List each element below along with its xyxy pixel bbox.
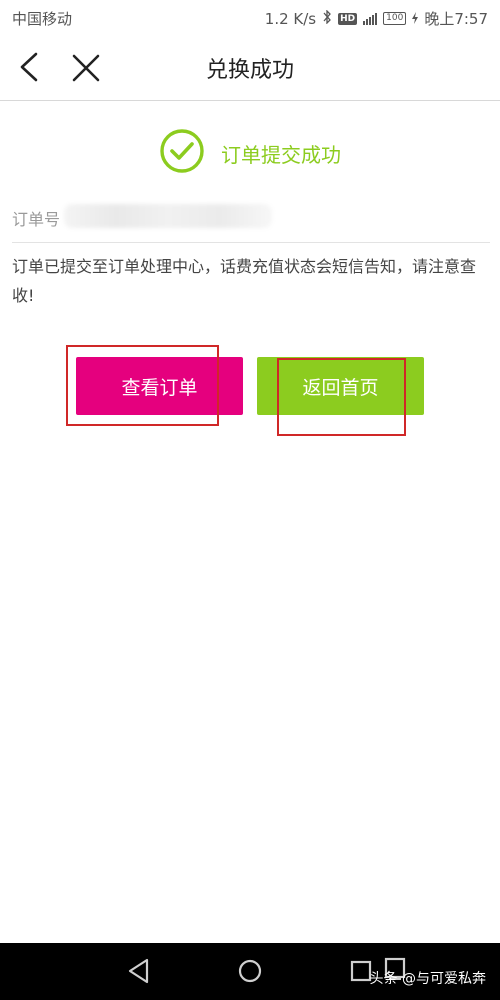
success-label: 订单提交成功: [221, 142, 341, 167]
clock: 晚上7:57: [424, 10, 488, 28]
status-icons: 1.2 K/s HD 100 晚上7:57: [265, 8, 488, 29]
order-number-redacted: [64, 204, 272, 228]
hd-badge: HD: [338, 12, 358, 25]
status-bar: 中国移动 1.2 K/s HD 100 晚上7:57: [0, 0, 500, 36]
battery-icon: 100: [383, 12, 407, 25]
success-banner: 订单提交成功: [0, 128, 500, 178]
network-speed: 1.2 K/s: [264, 9, 317, 28]
highlight-box-view-order: [66, 345, 219, 426]
watermark: 头条 @与可爱私奔: [369, 971, 486, 987]
order-number-label: 订单号: [12, 210, 61, 229]
system-nav-bar: 头条 @与可爱私奔: [0, 943, 500, 1000]
bluetooth-icon: [322, 8, 332, 28]
nav-back-icon[interactable]: [126, 957, 152, 989]
highlight-box-back-home: [277, 358, 406, 436]
info-message: 订单已提交至订单处理中心，话费充值状态会短信告知，请注意查收!: [12, 257, 477, 305]
divider: [12, 242, 490, 243]
nav-bar: 兑换成功: [0, 36, 500, 101]
nav-home-icon[interactable]: [237, 957, 263, 989]
signal-icon: [363, 12, 378, 25]
carrier-label: 中国移动: [12, 10, 73, 28]
charging-icon: [412, 10, 419, 28]
check-circle-icon: [159, 128, 205, 178]
page-title: 兑换成功: [205, 58, 294, 83]
